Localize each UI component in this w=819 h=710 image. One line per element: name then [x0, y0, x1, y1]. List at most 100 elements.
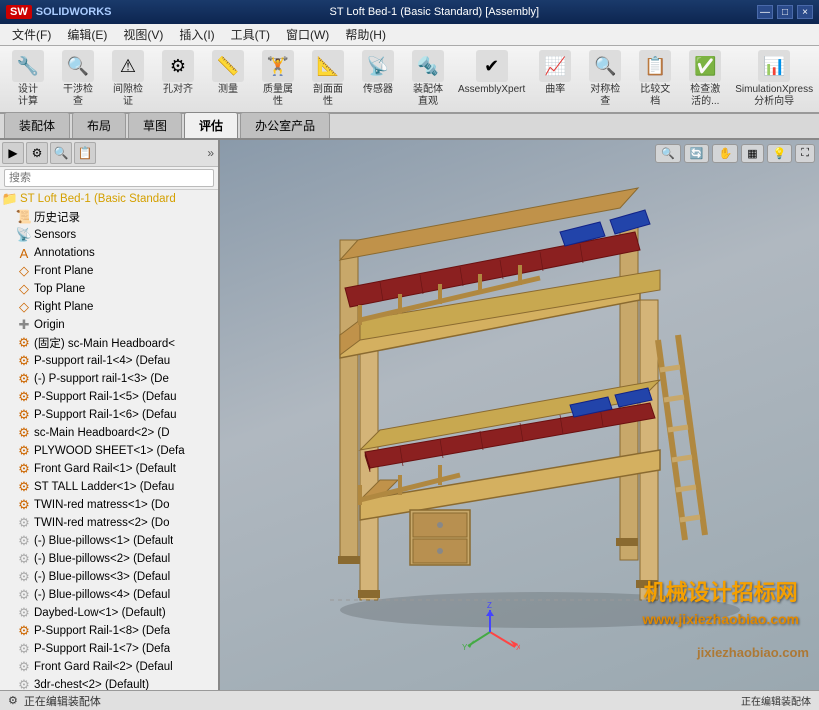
toolbar-icon-5: 🏋: [262, 50, 294, 82]
tree-label-7: Origin: [34, 319, 65, 331]
close-button[interactable]: ×: [797, 5, 813, 19]
menu-item-E[interactable]: 编辑(E): [59, 24, 115, 45]
toolbar-btn-14[interactable]: 📊SimulationXpress分析向导: [731, 48, 817, 110]
toolbar-row: 🔧设计计算🔍干涉检查⚠间隙检证⚙孔对齐📏测量🏋质量属性📐剖面面性📡传感器🔩装配体…: [4, 48, 819, 110]
tree-label-8: (固定) sc-Main Headboard<: [34, 335, 175, 351]
tree-item-1[interactable]: 📜历史记录: [0, 208, 218, 226]
toolbar-btn-7[interactable]: 📡传感器: [354, 48, 402, 110]
maximize-button[interactable]: □: [777, 5, 793, 19]
toolbar-btn-3[interactable]: ⚙孔对齐: [154, 48, 202, 110]
toolbar-btn-11[interactable]: 🔍对称检查: [581, 48, 629, 110]
tree-item-0[interactable]: 📁ST Loft Bed-1 (Basic Standard: [0, 190, 218, 208]
tree-item-10[interactable]: ⚙(-) P-support rail-1<3> (De: [0, 370, 218, 388]
tree-icon-22: ⚙: [16, 587, 32, 603]
svg-text:Y: Y: [462, 643, 468, 652]
menu-item-W[interactable]: 窗口(W): [278, 24, 337, 45]
tab-2[interactable]: 草图: [128, 112, 182, 138]
panel-btn-1[interactable]: ▶: [2, 142, 24, 164]
3d-viewport[interactable]: 🔍 🔄 ✋ ▦ 💡 ⛶: [220, 140, 819, 690]
toolbar-btn-0[interactable]: 🔧设计计算: [4, 48, 52, 110]
tree-icon-25: ⚙: [16, 641, 32, 657]
tab-4[interactable]: 办公室产品: [240, 112, 330, 138]
tree-item-19[interactable]: ⚙(-) Blue-pillows<1> (Default: [0, 532, 218, 550]
tree-item-7[interactable]: ✚Origin: [0, 316, 218, 334]
tree-item-15[interactable]: ⚙Front Gard Rail<1> (Default: [0, 460, 218, 478]
tree-item-11[interactable]: ⚙P-Support Rail-1<5> (Defau: [0, 388, 218, 406]
minimize-button[interactable]: —: [757, 5, 773, 19]
tree-label-26: Front Gard Rail<2> (Defaul: [34, 661, 173, 673]
panel-btn-4[interactable]: 📋: [74, 142, 96, 164]
toolbar-btn-8[interactable]: 🔩装配体直观: [404, 48, 452, 110]
menu-item-T[interactable]: 工具(T): [223, 24, 278, 45]
tree-item-24[interactable]: ⚙P-Support Rail-1<8> (Defa: [0, 622, 218, 640]
toolbar-label-1: 干涉检查: [63, 84, 93, 108]
tree-search-input[interactable]: [4, 169, 214, 187]
coordinate-triad: X Y Z: [460, 602, 520, 665]
tree-item-5[interactable]: ◇Top Plane: [0, 280, 218, 298]
tree-item-27[interactable]: ⚙3dr-chest<2> (Default): [0, 676, 218, 690]
toolbar-icon-10: 📈: [539, 50, 571, 82]
tree-item-13[interactable]: ⚙sc-Main Headboard<2> (D: [0, 424, 218, 442]
tree-item-18[interactable]: ⚙TWIN-red matress<2> (Do: [0, 514, 218, 532]
tree-label-27: 3dr-chest<2> (Default): [34, 679, 149, 690]
3d-model: [280, 160, 800, 640]
tree-item-14[interactable]: ⚙PLYWOOD SHEET<1> (Defa: [0, 442, 218, 460]
tree-item-23[interactable]: ⚙Daybed-Low<1> (Default): [0, 604, 218, 622]
watermark-line2: www.jixiezhaobiao.com: [642, 609, 799, 630]
menu-item-I[interactable]: 插入(I): [171, 24, 222, 45]
sw-logo: SW: [6, 5, 32, 19]
toolbar-icon-0: 🔧: [12, 50, 44, 82]
tree-label-9: P-support rail-1<4> (Defau: [34, 355, 170, 367]
toolbar-btn-13[interactable]: ✅检查激活的...: [681, 48, 729, 110]
toolbar-btn-12[interactable]: 📋比较文档: [631, 48, 679, 110]
tree-item-6[interactable]: ◇Right Plane: [0, 298, 218, 316]
toolbar-btn-10[interactable]: 📈曲率: [531, 48, 579, 110]
tree-item-9[interactable]: ⚙P-support rail-1<4> (Defau: [0, 352, 218, 370]
tree-item-20[interactable]: ⚙(-) Blue-pillows<2> (Defaul: [0, 550, 218, 568]
menu-item-H[interactable]: 帮助(H): [337, 24, 394, 45]
toolbar-icon-3: ⚙: [162, 50, 194, 82]
menu-item-V[interactable]: 视图(V): [115, 24, 171, 45]
tree-item-8[interactable]: ⚙(固定) sc-Main Headboard<: [0, 334, 218, 352]
tree-label-17: TWIN-red matress<1> (Do: [34, 499, 169, 511]
tree-item-22[interactable]: ⚙(-) Blue-pillows<4> (Defaul: [0, 586, 218, 604]
tree-item-3[interactable]: AAnnotations: [0, 244, 218, 262]
toolbar-icon-6: 📐: [312, 50, 344, 82]
tree-icon-11: ⚙: [16, 389, 32, 405]
tree-label-3: Annotations: [34, 247, 95, 259]
panel-expand[interactable]: »: [205, 144, 216, 162]
toolbar-btn-5[interactable]: 🏋质量属性: [254, 48, 302, 110]
toolbar-btn-4[interactable]: 📏测量: [204, 48, 252, 110]
panel-btn-3[interactable]: 🔍: [50, 142, 72, 164]
toolbar-label-14: SimulationXpress分析向导: [735, 84, 813, 108]
tree-item-26[interactable]: ⚙Front Gard Rail<2> (Defaul: [0, 658, 218, 676]
watermark-line1: 机械设计招标网: [642, 576, 799, 609]
svg-text:X: X: [516, 643, 520, 652]
tree-item-2[interactable]: 📡Sensors: [0, 226, 218, 244]
tree-item-21[interactable]: ⚙(-) Blue-pillows<3> (Defaul: [0, 568, 218, 586]
toolbar-label-9: AssemblyXpert: [458, 84, 525, 96]
tree-item-16[interactable]: ⚙ST TALL Ladder<1> (Defau: [0, 478, 218, 496]
tab-row: 装配体布局草图评估办公室产品: [0, 114, 819, 140]
panel-btn-2[interactable]: ⚙: [26, 142, 48, 164]
toolbar-icon-1: 🔍: [62, 50, 94, 82]
tab-3[interactable]: 评估: [184, 112, 238, 138]
toolbar-label-8: 装配体直观: [413, 84, 443, 108]
toolbar-btn-6[interactable]: 📐剖面面性: [304, 48, 352, 110]
tree-icon-9: ⚙: [16, 353, 32, 369]
tree-label-14: PLYWOOD SHEET<1> (Defa: [34, 445, 185, 457]
toolbar-btn-1[interactable]: 🔍干涉检查: [54, 48, 102, 110]
tree-item-4[interactable]: ◇Front Plane: [0, 262, 218, 280]
tree-item-25[interactable]: ⚙P-Support Rail-1<7> (Defa: [0, 640, 218, 658]
toolbar-btn-2[interactable]: ⚠间隙检证: [104, 48, 152, 110]
tree-label-5: Top Plane: [34, 283, 85, 295]
toolbar-icon-13: ✅: [689, 50, 721, 82]
svg-text:Z: Z: [487, 602, 492, 610]
tab-0[interactable]: 装配体: [4, 112, 70, 138]
tab-1[interactable]: 布局: [72, 112, 126, 138]
status-right: 正在编辑装配体: [741, 693, 811, 708]
menu-item-F[interactable]: 文件(F): [4, 24, 59, 45]
tree-item-17[interactable]: ⚙TWIN-red matress<1> (Do: [0, 496, 218, 514]
tree-item-12[interactable]: ⚙P-Support Rail-1<6> (Defau: [0, 406, 218, 424]
toolbar-btn-9[interactable]: ✔AssemblyXpert: [454, 48, 529, 110]
